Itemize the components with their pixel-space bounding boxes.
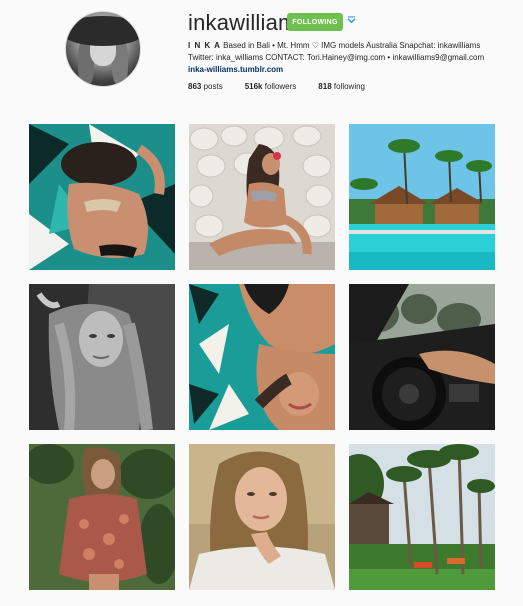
photo-post-5[interactable] — [189, 284, 335, 430]
following-button[interactable]: FOLLOWING — [287, 13, 343, 31]
photo-post-6[interactable] — [349, 284, 495, 430]
profile-avatar[interactable] — [65, 11, 141, 87]
photo-post-9[interactable] — [349, 444, 495, 590]
followers-count[interactable]: 516k followers — [245, 82, 297, 91]
profile-bio: I N K A Based in Bali • Mt. Hmm ♡ IMG mo… — [188, 40, 518, 76]
photo-post-7[interactable] — [29, 444, 175, 590]
profile-stats: 863 posts 516k followers 818 following — [188, 82, 387, 91]
photo-post-2[interactable] — [189, 124, 335, 270]
photo-post-4[interactable] — [29, 284, 175, 430]
photo-post-1[interactable] — [29, 124, 175, 270]
chevron-down-icon[interactable] — [347, 16, 356, 25]
bio-line-1: Based in Bali • Mt. Hmm ♡ IMG models Aus… — [220, 41, 481, 50]
profile-website-link[interactable]: inka-williams.tumblr.com — [188, 64, 518, 76]
bio-line-2: Twitter: inka_williams CONTACT: Tori.Hai… — [188, 53, 485, 62]
posts-count: 863 posts — [188, 82, 223, 91]
profile-full-name: I N K A — [188, 41, 221, 50]
photo-post-3[interactable] — [349, 124, 495, 270]
photo-post-8[interactable] — [189, 444, 335, 590]
following-count[interactable]: 818 following — [318, 82, 365, 91]
